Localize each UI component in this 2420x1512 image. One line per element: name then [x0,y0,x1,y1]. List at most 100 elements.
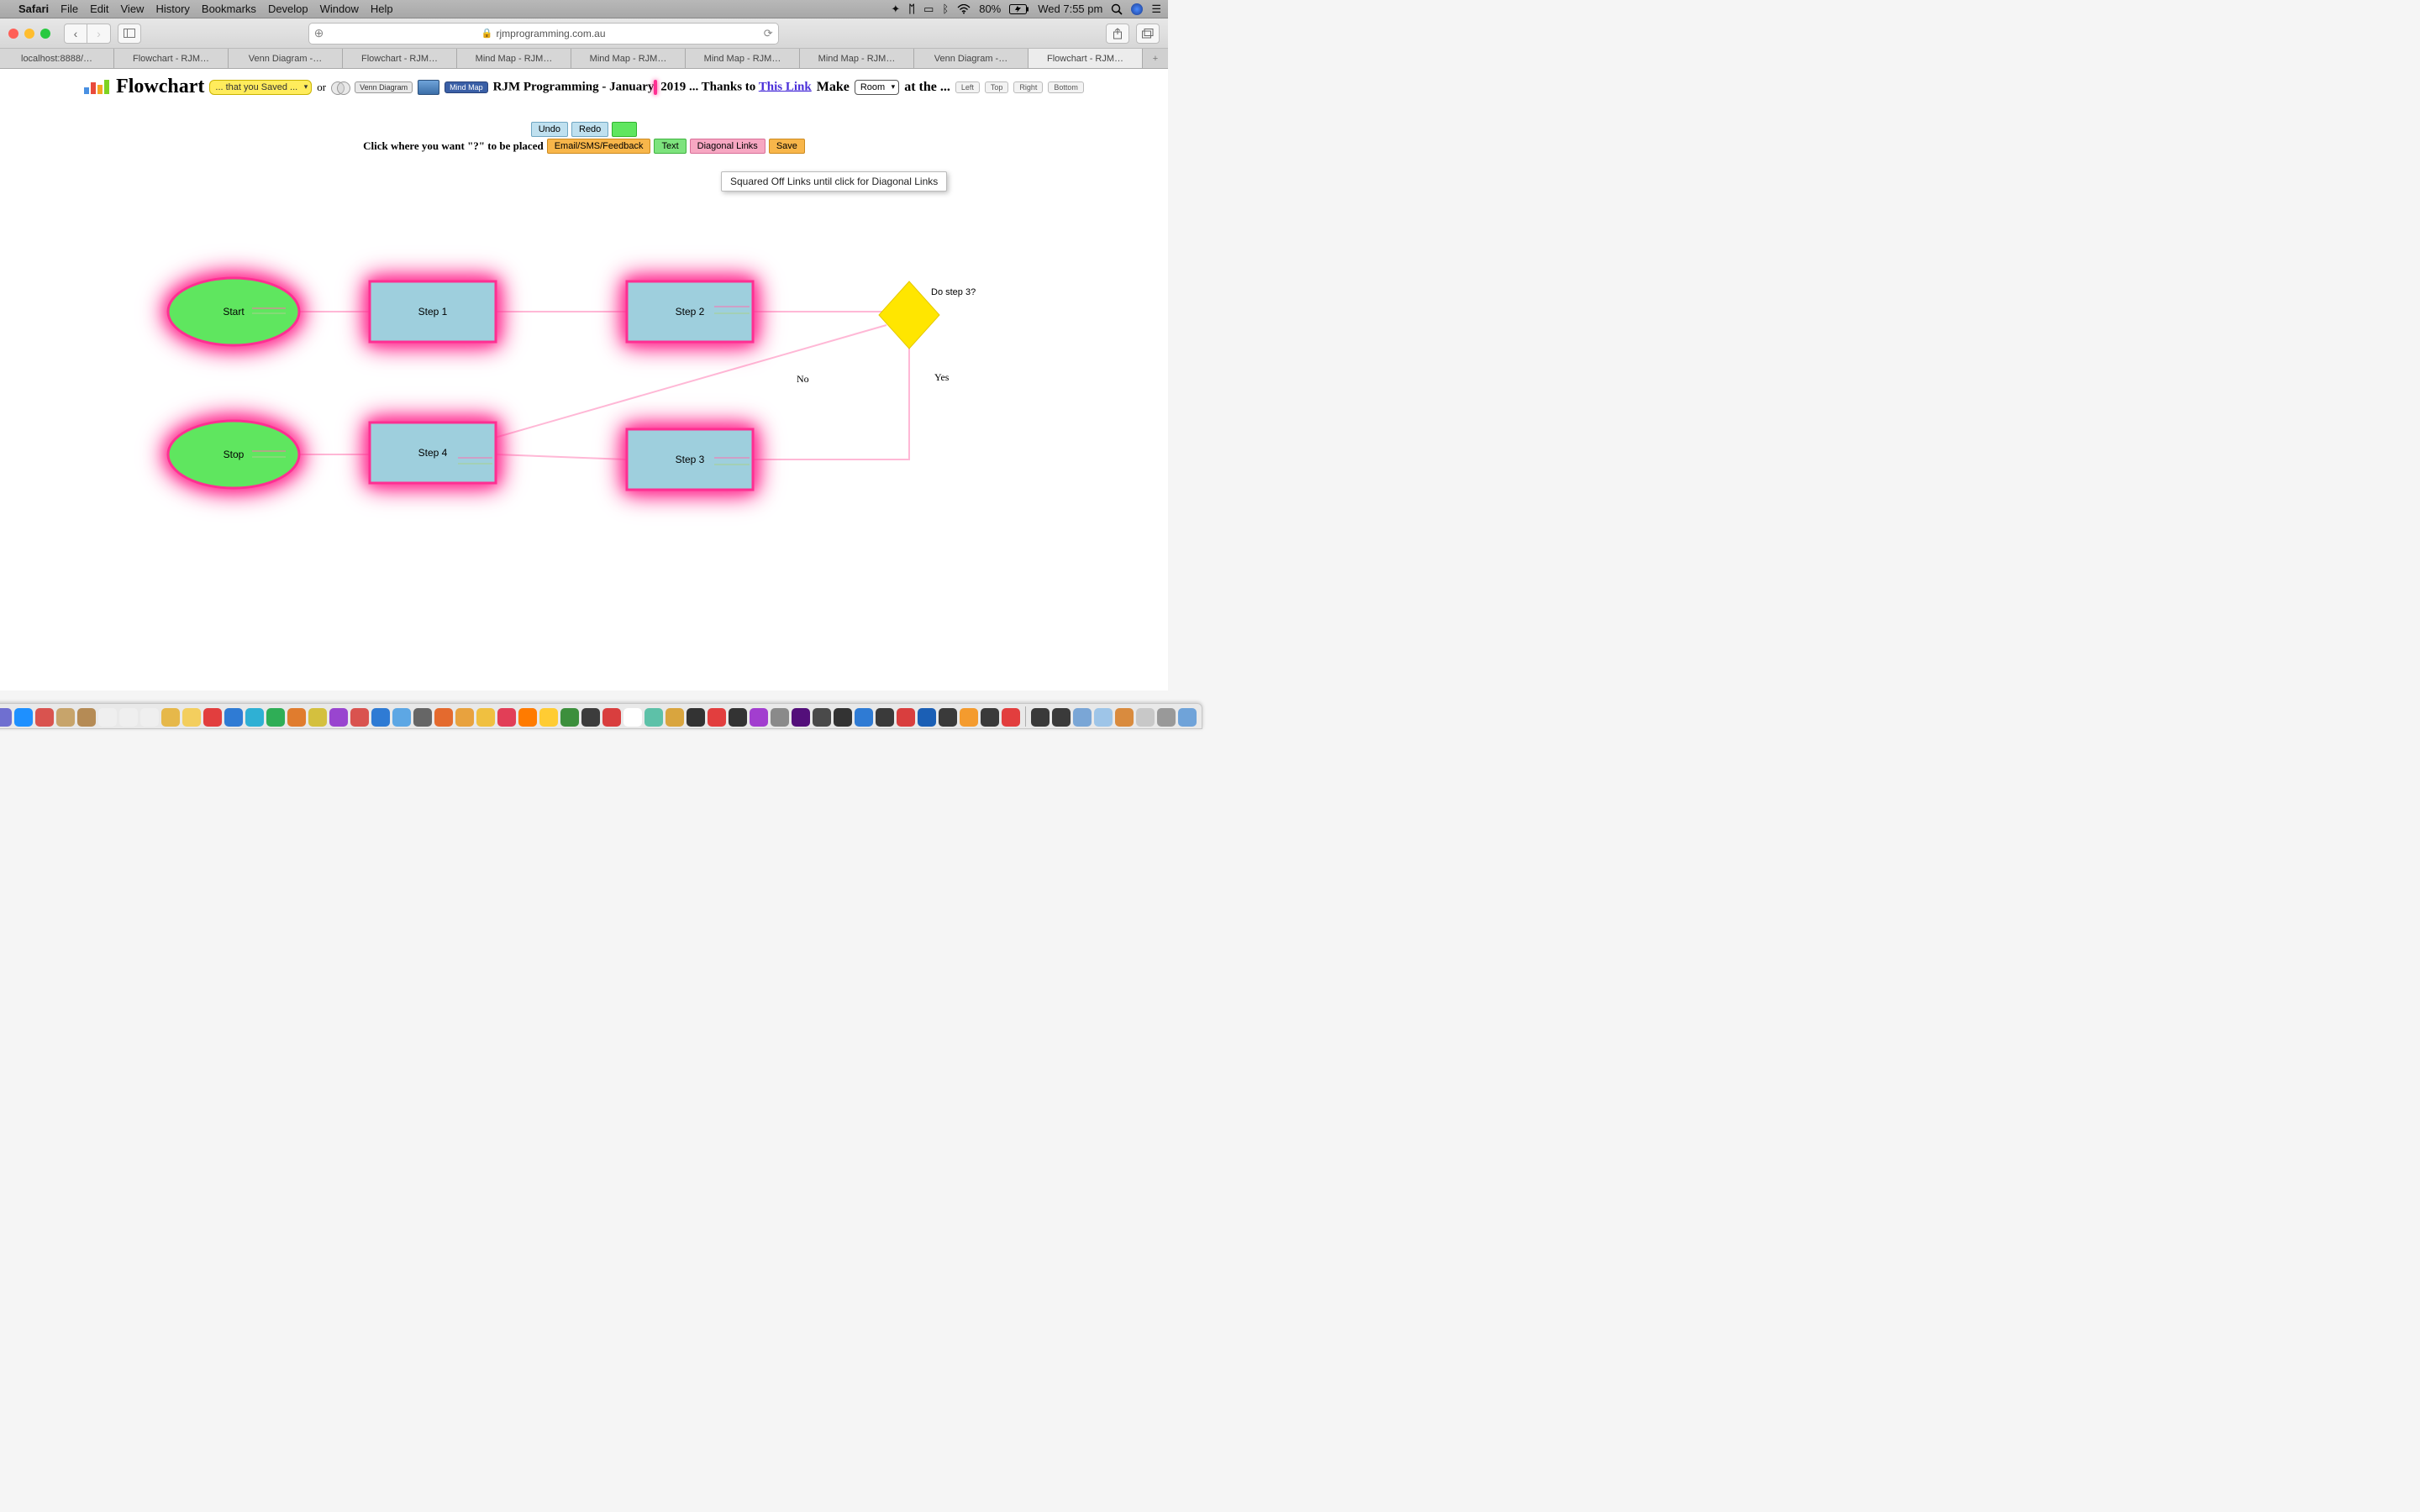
tab-9[interactable]: Flowchart - RJM… [1028,49,1143,68]
dock-app-27[interactable] [539,708,558,727]
dock-app-31[interactable] [623,708,642,727]
dock-app-13[interactable] [245,708,264,727]
dock-app-43[interactable] [876,708,894,727]
dock-app-7[interactable] [119,708,138,727]
dock-app-16[interactable] [308,708,327,727]
dock-app-6[interactable] [98,708,117,727]
tabs-button[interactable] [1136,24,1160,44]
dock-app-9[interactable] [161,708,180,727]
wifi-icon[interactable] [957,4,971,14]
forward-button[interactable]: › [87,24,111,44]
dock-app-28[interactable] [560,708,579,727]
menu-view[interactable]: View [121,3,145,15]
dock-app-42[interactable] [855,708,873,727]
dock-app-46[interactable] [939,708,957,727]
pos-bottom-button[interactable]: Bottom [1048,81,1084,93]
venn-diagram-button[interactable]: Venn Diagram [355,81,413,93]
status-icon-1[interactable]: ✦ [891,3,900,16]
dock-app-34[interactable] [687,708,705,727]
diagonal-links-button[interactable]: Diagonal Links [690,139,765,154]
siri-icon[interactable] [1131,3,1143,15]
share-button[interactable] [1106,24,1129,44]
dock-app-32[interactable] [644,708,663,727]
dock-app-40[interactable] [813,708,831,727]
dock-app-54[interactable] [1115,708,1134,727]
dock-app-17[interactable] [329,708,348,727]
dock-app-29[interactable] [581,708,600,727]
dock-app-8[interactable] [140,708,159,727]
address-bar[interactable]: ⊕ 🔒 rjmprogramming.com.au ⟳ [308,23,779,45]
menu-window[interactable]: Window [320,3,359,15]
tab-1[interactable]: Flowchart - RJM… [114,49,229,68]
dock-app-38[interactable] [771,708,789,727]
dock-app-37[interactable] [750,708,768,727]
redo-button[interactable]: Redo [571,122,608,137]
dock-app-24[interactable] [476,708,495,727]
menu-file[interactable]: File [60,3,78,15]
tab-0[interactable]: localhost:8888/… [0,49,114,68]
dock-app-41[interactable] [834,708,852,727]
tab-8[interactable]: Venn Diagram -… [914,49,1028,68]
room-select[interactable]: Room [855,80,899,95]
reload-icon[interactable]: ⟳ [764,27,773,40]
new-tab-plus-icon[interactable]: ⊕ [314,26,324,40]
dock-app-2[interactable] [14,708,33,727]
back-button[interactable]: ‹ [64,24,87,44]
dock-app-36[interactable] [729,708,747,727]
saved-select[interactable]: ... that you Saved ... [209,80,312,95]
dock-app-23[interactable] [455,708,474,727]
tab-4[interactable]: Mind Map - RJM… [457,49,571,68]
menu-edit[interactable]: Edit [90,3,108,15]
mind-map-button[interactable]: Mind Map [445,81,488,93]
dock-app-18[interactable] [350,708,369,727]
dock-app-55[interactable] [1136,708,1155,727]
dock-app-5[interactable] [77,708,96,727]
new-tab-button[interactable]: + [1143,49,1168,68]
dock-app-35[interactable] [708,708,726,727]
dock-app-52[interactable] [1073,708,1092,727]
green-button[interactable] [612,122,637,137]
save-button[interactable]: Save [769,139,805,154]
spotlight-icon[interactable] [1111,3,1123,15]
menu-bookmarks[interactable]: Bookmarks [202,3,256,15]
dock-app-39[interactable] [792,708,810,727]
pos-right-button[interactable]: Right [1013,81,1043,93]
battery-icon[interactable] [1009,4,1029,14]
dock-app-47[interactable] [960,708,978,727]
dock-app-57[interactable] [1178,708,1197,727]
close-window-button[interactable] [8,29,18,39]
dock-app-1[interactable] [0,708,12,727]
mind-map-icon[interactable] [418,80,439,95]
dock-app-4[interactable] [56,708,75,727]
dock-app-48[interactable] [981,708,999,727]
dock-app-21[interactable] [413,708,432,727]
dock-app-12[interactable] [224,708,243,727]
clock[interactable]: Wed 7:55 pm [1038,3,1102,15]
notification-center-icon[interactable]: ☰ [1151,3,1161,16]
undo-button[interactable]: Undo [531,122,568,137]
dock-app-44[interactable] [897,708,915,727]
app-name[interactable]: Safari [18,3,49,15]
dock-app-11[interactable] [203,708,222,727]
dock-app-20[interactable] [392,708,411,727]
pos-left-button[interactable]: Left [955,81,980,93]
pos-top-button[interactable]: Top [985,81,1009,93]
status-icon-2[interactable]: ᛖ [908,3,915,15]
dock-app-50[interactable] [1031,708,1050,727]
dock-app-26[interactable] [518,708,537,727]
dock-app-56[interactable] [1157,708,1176,727]
dock-app-30[interactable] [602,708,621,727]
dock-app-3[interactable] [35,708,54,727]
menu-develop[interactable]: Develop [268,3,308,15]
dock-app-51[interactable] [1052,708,1071,727]
dock-app-33[interactable] [666,708,684,727]
tab-6[interactable]: Mind Map - RJM… [686,49,800,68]
tab-7[interactable]: Mind Map - RJM… [800,49,914,68]
dock-app-22[interactable] [434,708,453,727]
tab-5[interactable]: Mind Map - RJM… [571,49,686,68]
dock-app-10[interactable] [182,708,201,727]
dock-app-49[interactable] [1002,708,1020,727]
venn-icon[interactable] [331,80,350,95]
fullscreen-window-button[interactable] [40,29,50,39]
minimize-window-button[interactable] [24,29,34,39]
